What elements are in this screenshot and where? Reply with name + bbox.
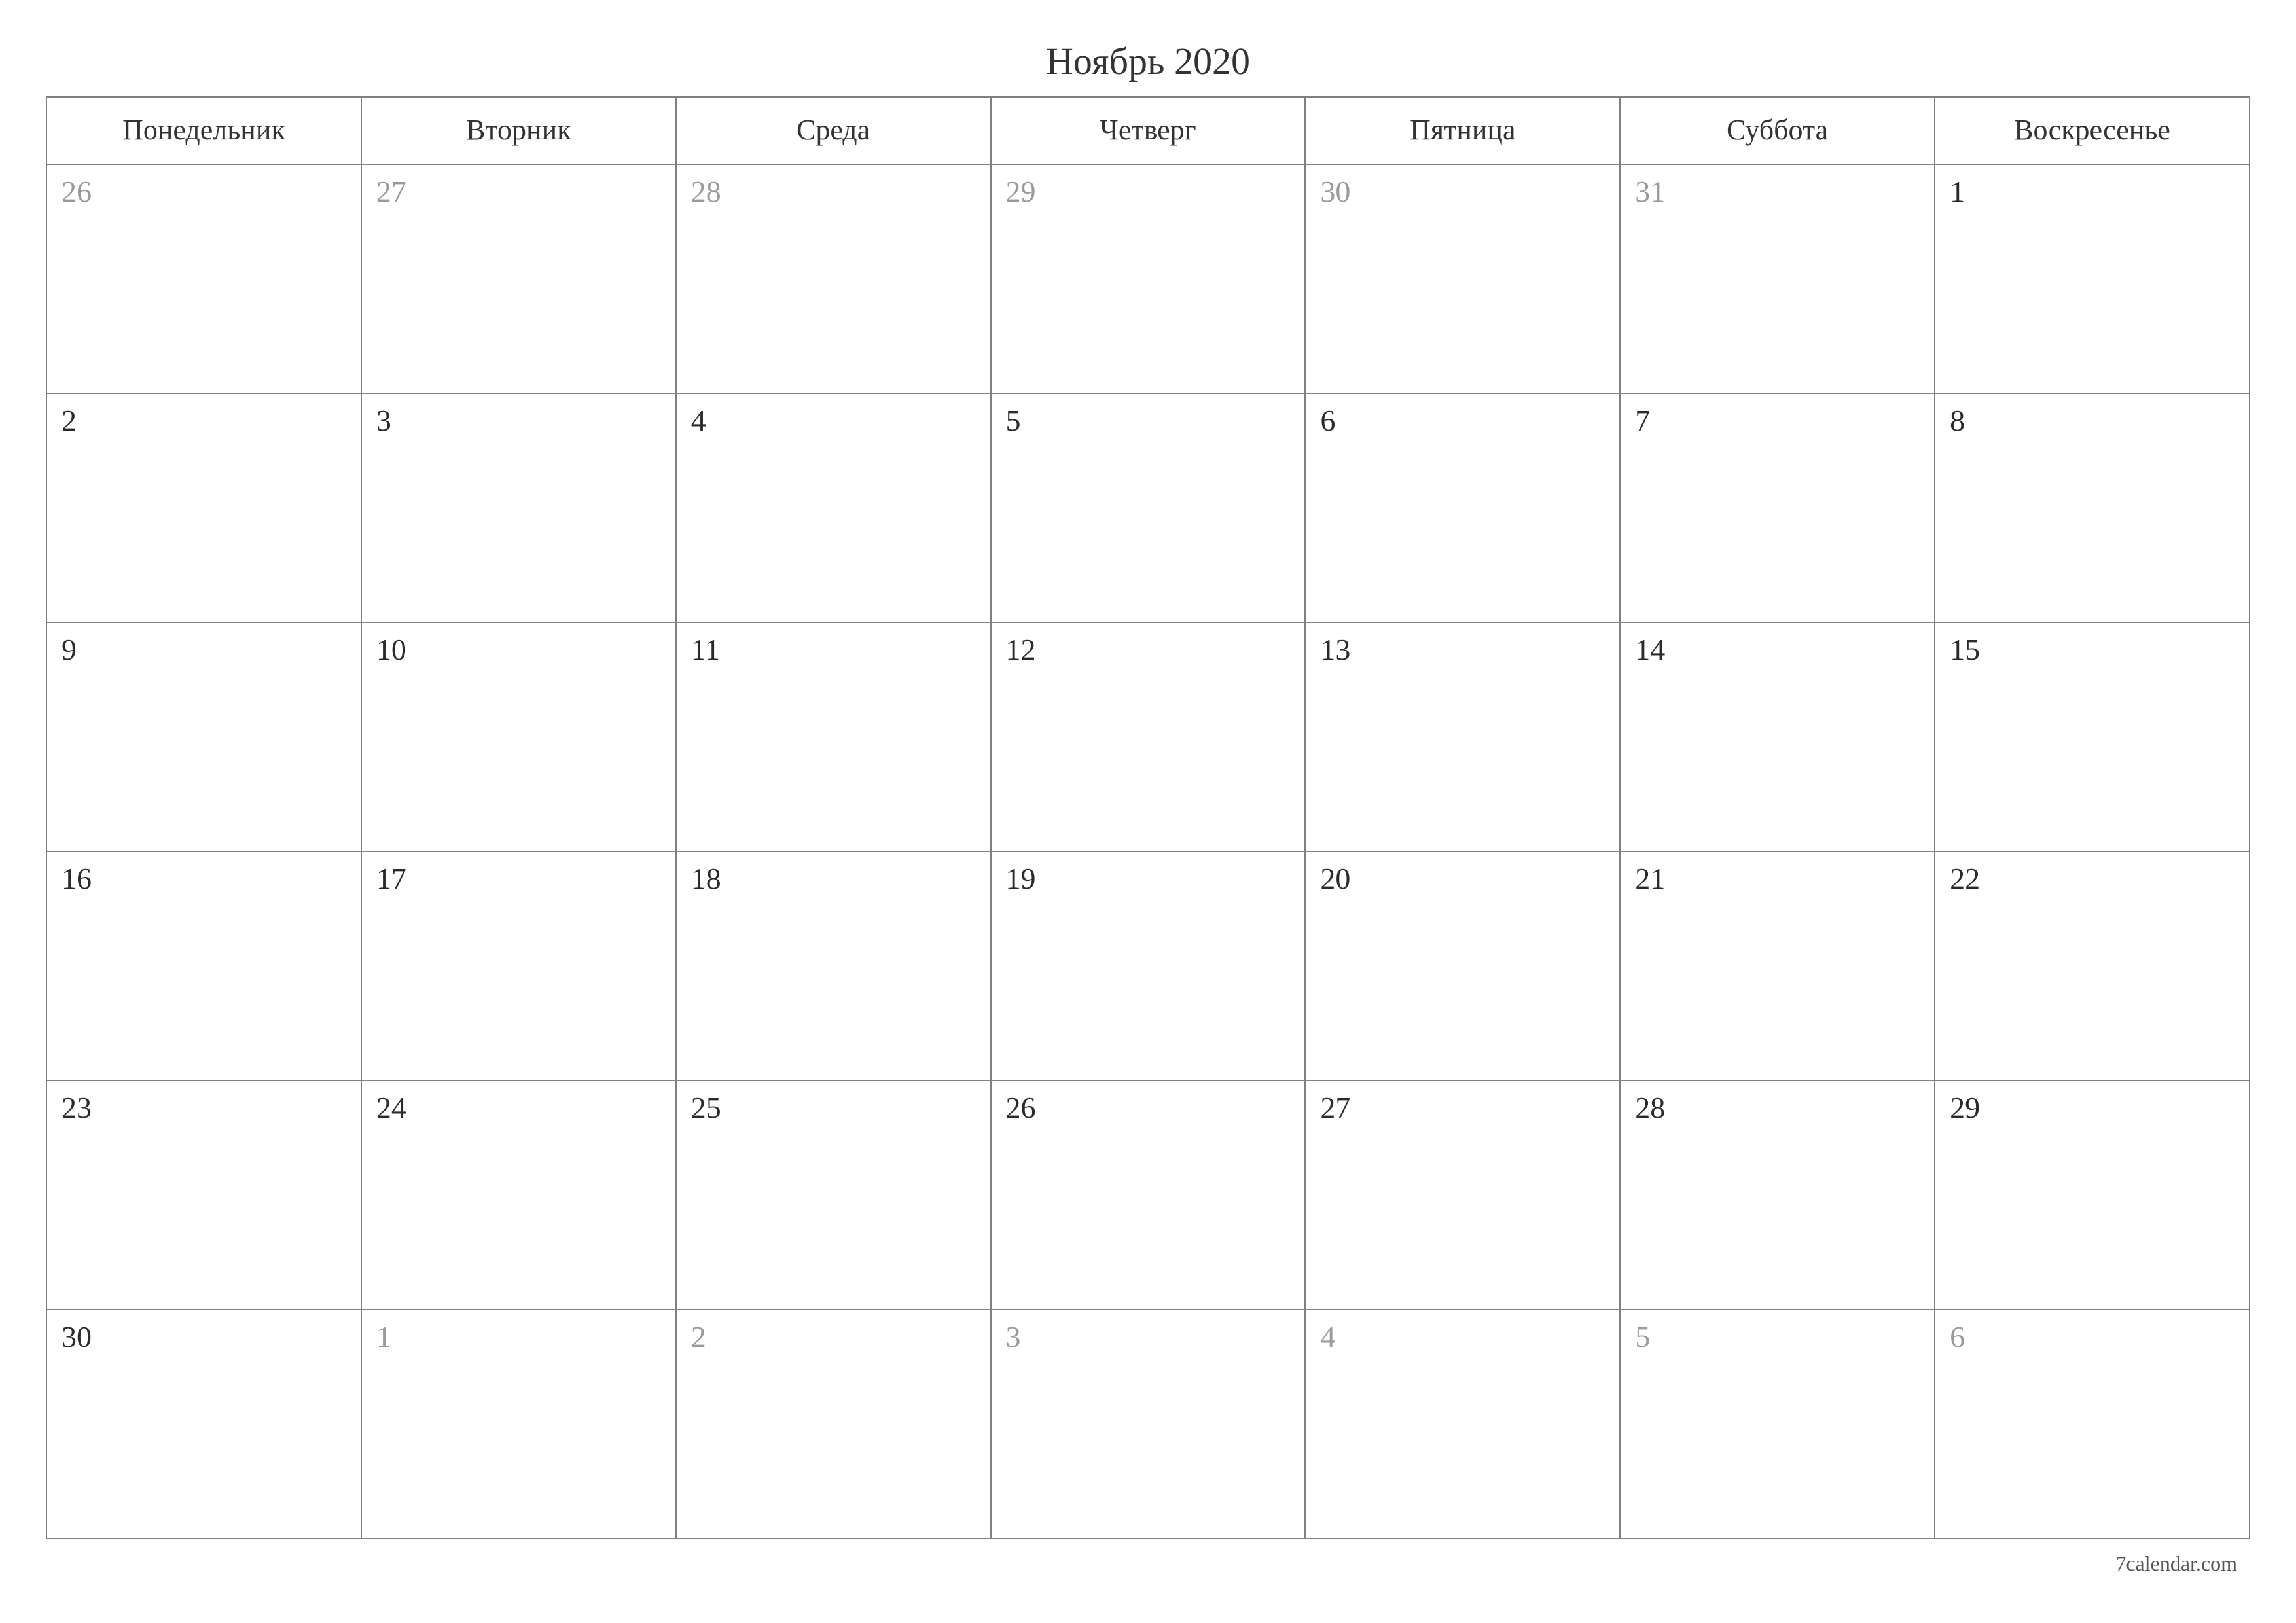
footer-credit: 7calendar.com [2115,1552,2237,1576]
calendar-day-cell: 6 [1935,1310,2250,1539]
calendar-week-row: 30 1 2 3 4 5 6 [46,1310,2250,1539]
calendar-day-cell: 30 [46,1310,361,1539]
calendar-day-cell: 29 [991,164,1306,393]
calendar-day-cell: 12 [991,622,1306,851]
calendar-day-cell: 9 [46,622,361,851]
calendar-day-cell: 5 [1620,1310,1935,1539]
calendar-day-cell: 29 [1935,1080,2250,1310]
weekday-header: Понедельник [46,97,361,164]
calendar-day-cell: 30 [1305,164,1620,393]
weekday-header: Четверг [991,97,1306,164]
calendar-day-cell: 18 [676,851,991,1080]
calendar-day-cell: 28 [676,164,991,393]
weekday-header-row: Понедельник Вторник Среда Четверг Пятниц… [46,97,2250,164]
calendar-day-cell: 1 [1935,164,2250,393]
calendar-day-cell: 28 [1620,1080,1935,1310]
weekday-header: Суббота [1620,97,1935,164]
calendar-day-cell: 4 [676,393,991,622]
calendar-day-cell: 6 [1305,393,1620,622]
calendar-day-cell: 15 [1935,622,2250,851]
calendar-day-cell: 7 [1620,393,1935,622]
calendar-day-cell: 26 [991,1080,1306,1310]
calendar-day-cell: 27 [361,164,676,393]
calendar-week-row: 9 10 11 12 13 14 15 [46,622,2250,851]
calendar-day-cell: 23 [46,1080,361,1310]
weekday-header: Воскресенье [1935,97,2250,164]
calendar-day-cell: 24 [361,1080,676,1310]
calendar-page: Ноябрь 2020 Понедельник Вторник Среда Че… [0,0,2296,1623]
calendar-week-row: 16 17 18 19 20 21 22 [46,851,2250,1080]
calendar-day-cell: 13 [1305,622,1620,851]
calendar-week-row: 23 24 25 26 27 28 29 [46,1080,2250,1310]
calendar-day-cell: 19 [991,851,1306,1080]
calendar-day-cell: 1 [361,1310,676,1539]
calendar-day-cell: 27 [1305,1080,1620,1310]
calendar-body: 26 27 28 29 30 31 1 2 3 4 5 6 7 8 9 10 1… [46,164,2250,1539]
weekday-header: Пятница [1305,97,1620,164]
weekday-header: Среда [676,97,991,164]
calendar-week-row: 2 3 4 5 6 7 8 [46,393,2250,622]
calendar-day-cell: 22 [1935,851,2250,1080]
calendar-day-cell: 3 [361,393,676,622]
calendar-day-cell: 5 [991,393,1306,622]
calendar-day-cell: 2 [46,393,361,622]
page-title: Ноябрь 2020 [46,39,2250,83]
calendar-day-cell: 21 [1620,851,1935,1080]
calendar-day-cell: 25 [676,1080,991,1310]
calendar-day-cell: 8 [1935,393,2250,622]
calendar-day-cell: 16 [46,851,361,1080]
calendar-day-cell: 2 [676,1310,991,1539]
calendar-day-cell: 20 [1305,851,1620,1080]
weekday-header: Вторник [361,97,676,164]
calendar-day-cell: 17 [361,851,676,1080]
calendar-day-cell: 4 [1305,1310,1620,1539]
calendar-day-cell: 10 [361,622,676,851]
calendar-day-cell: 31 [1620,164,1935,393]
calendar-table: Понедельник Вторник Среда Четверг Пятниц… [46,96,2250,1539]
calendar-day-cell: 11 [676,622,991,851]
calendar-day-cell: 26 [46,164,361,393]
calendar-week-row: 26 27 28 29 30 31 1 [46,164,2250,393]
calendar-day-cell: 3 [991,1310,1306,1539]
calendar-day-cell: 14 [1620,622,1935,851]
